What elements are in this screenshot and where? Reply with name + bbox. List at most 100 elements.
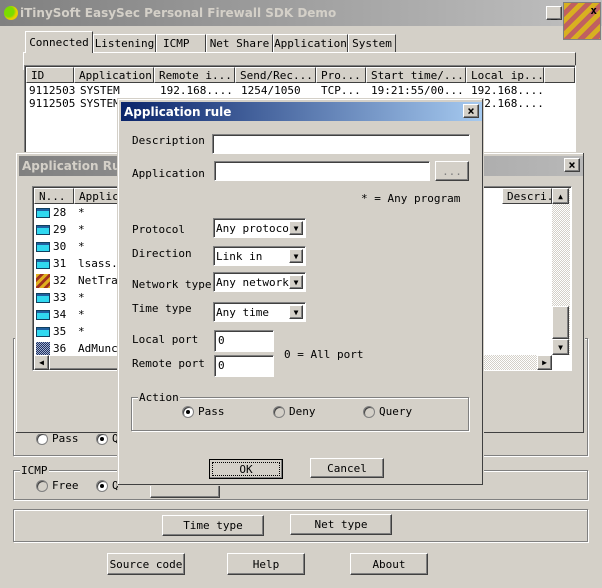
scroll-up-button[interactable]: ▲ (552, 188, 569, 204)
vertical-scrollbar[interactable]: ▲ ▼ (552, 188, 570, 355)
window-icon (36, 310, 50, 320)
column-header-id[interactable]: ID (26, 67, 74, 83)
remote-port-input[interactable]: 0 (214, 355, 274, 377)
rule-application: * (78, 223, 85, 236)
arrow-right-icon: ▶ (542, 358, 547, 367)
column-header-application[interactable]: Application (74, 67, 154, 83)
radio-label: Free (52, 479, 79, 492)
radio-query[interactable]: Query (363, 405, 412, 418)
time-type-select[interactable]: Any time ▼ (213, 302, 306, 322)
scroll-left-button[interactable]: ◀ (34, 355, 49, 370)
tab-listening[interactable]: Listening (93, 34, 156, 52)
description-input[interactable] (212, 134, 470, 154)
minimize-button[interactable]: _ (546, 6, 562, 20)
cell-application: SYSTEM (80, 97, 120, 110)
cell-remote-ip: 192.168.... (160, 84, 233, 97)
window-icon (36, 242, 50, 252)
column-header-start-time[interactable]: Start time/... (366, 67, 466, 83)
dialog-close-button[interactable]: × (463, 104, 479, 118)
protocol-label: Protocol (132, 223, 185, 236)
window-icon (36, 259, 50, 269)
radio-circle (96, 432, 108, 445)
radio-label: Query (379, 405, 413, 418)
time-type-button[interactable]: Time type (162, 515, 264, 536)
application-rule-dialog: Application rule × Description Applicati… (117, 98, 484, 486)
radio-circle (96, 479, 108, 492)
tab-icmp[interactable]: ICMP (156, 34, 206, 52)
column-header-filler (544, 67, 575, 83)
close-icon: × (568, 158, 576, 172)
header-label: Local ip... (471, 68, 544, 82)
local-port-input[interactable]: 0 (214, 330, 274, 352)
ok-button[interactable]: OK (209, 459, 283, 479)
tab-label: Listening (94, 37, 155, 50)
tab-net-share[interactable]: Net Share (206, 34, 273, 52)
net-type-button[interactable]: Net type (290, 514, 392, 535)
rule-number: 33 (53, 291, 67, 304)
button-label: Help (252, 557, 280, 571)
rule-application: * (78, 325, 85, 338)
app-logo-icon (4, 6, 18, 20)
scroll-right-button[interactable]: ▶ (537, 355, 552, 370)
radio-circle (36, 432, 48, 445)
window-icon (36, 208, 50, 218)
radio-icmp-free[interactable]: Free (36, 479, 79, 492)
main-title: iTinySoft EasySec Personal Firewall SDK … (20, 6, 337, 20)
rule-number: 35 (53, 325, 67, 338)
browse-button[interactable]: ... (435, 161, 469, 181)
radio-pass[interactable]: Pass (182, 405, 225, 418)
rule-window-close-button[interactable]: × (564, 158, 580, 172)
source-code-button[interactable]: Source code (107, 553, 185, 575)
button-label: OK (239, 462, 253, 476)
column-header-remote-ip[interactable]: Remote i... (154, 67, 235, 83)
chevron-down-icon[interactable]: ▼ (289, 221, 303, 235)
chevron-down-icon[interactable]: ▼ (289, 275, 303, 289)
protocol-select[interactable]: Any protocol ▼ (213, 218, 306, 238)
time-type-label: Time type (132, 302, 192, 315)
select-value: Any protocol (216, 221, 296, 235)
select-value: Any time (216, 305, 269, 319)
direction-select[interactable]: Link in ▼ (213, 246, 306, 266)
window-icon (36, 293, 50, 303)
rule-number: 29 (53, 223, 67, 236)
tab-connected[interactable]: Connected (25, 31, 93, 53)
header-label: ID (31, 68, 45, 82)
local-port-label: Local port (132, 333, 199, 346)
about-button[interactable]: About (350, 553, 428, 575)
cancel-button[interactable]: Cancel (310, 458, 384, 478)
cell-send-recv: 1254/1050 (241, 84, 301, 97)
chevron-down-icon[interactable]: ▼ (289, 249, 303, 263)
admunch-icon (36, 342, 50, 356)
radio-circle (363, 405, 375, 418)
tab-application[interactable]: Application (273, 34, 348, 52)
column-header-number[interactable]: N... (34, 188, 74, 204)
tab-system[interactable]: System (348, 34, 396, 52)
radio-circle (273, 405, 285, 418)
column-header-protocol[interactable]: Pro... (316, 67, 366, 83)
action-group-title: Action (138, 391, 180, 404)
network-type-label: Network type (132, 278, 212, 291)
network-type-select[interactable]: Any network ▼ (213, 272, 306, 292)
radio-circle (36, 479, 48, 492)
radio-icmp-q[interactable]: Q (96, 479, 119, 492)
radio-deny[interactable]: Deny (273, 405, 316, 418)
minimize-icon: _ (550, 6, 558, 20)
column-header-send-recv[interactable]: Send/Rec... (235, 67, 316, 83)
application-input[interactable] (214, 161, 430, 181)
main-title-bar: iTinySoft EasySec Personal Firewall SDK … (0, 0, 602, 26)
close-button[interactable]: x (563, 2, 601, 40)
help-button[interactable]: Help (227, 553, 305, 575)
scroll-down-button[interactable]: ▼ (552, 339, 569, 355)
select-value: Link in (216, 249, 263, 263)
remote-port-label: Remote port (132, 357, 205, 370)
header-label: Application (79, 68, 152, 82)
header-label: Remote i... (159, 68, 232, 82)
column-header-description[interactable]: Descri... (502, 188, 552, 204)
scroll-thumb[interactable] (552, 306, 569, 339)
tab-label: ICMP (163, 37, 190, 50)
chevron-down-icon[interactable]: ▼ (289, 305, 303, 319)
button-label: About (372, 557, 406, 571)
rule-application: * (78, 308, 85, 321)
nettransport-icon (36, 274, 50, 288)
column-header-local-ip[interactable]: Local ip... (466, 67, 544, 83)
